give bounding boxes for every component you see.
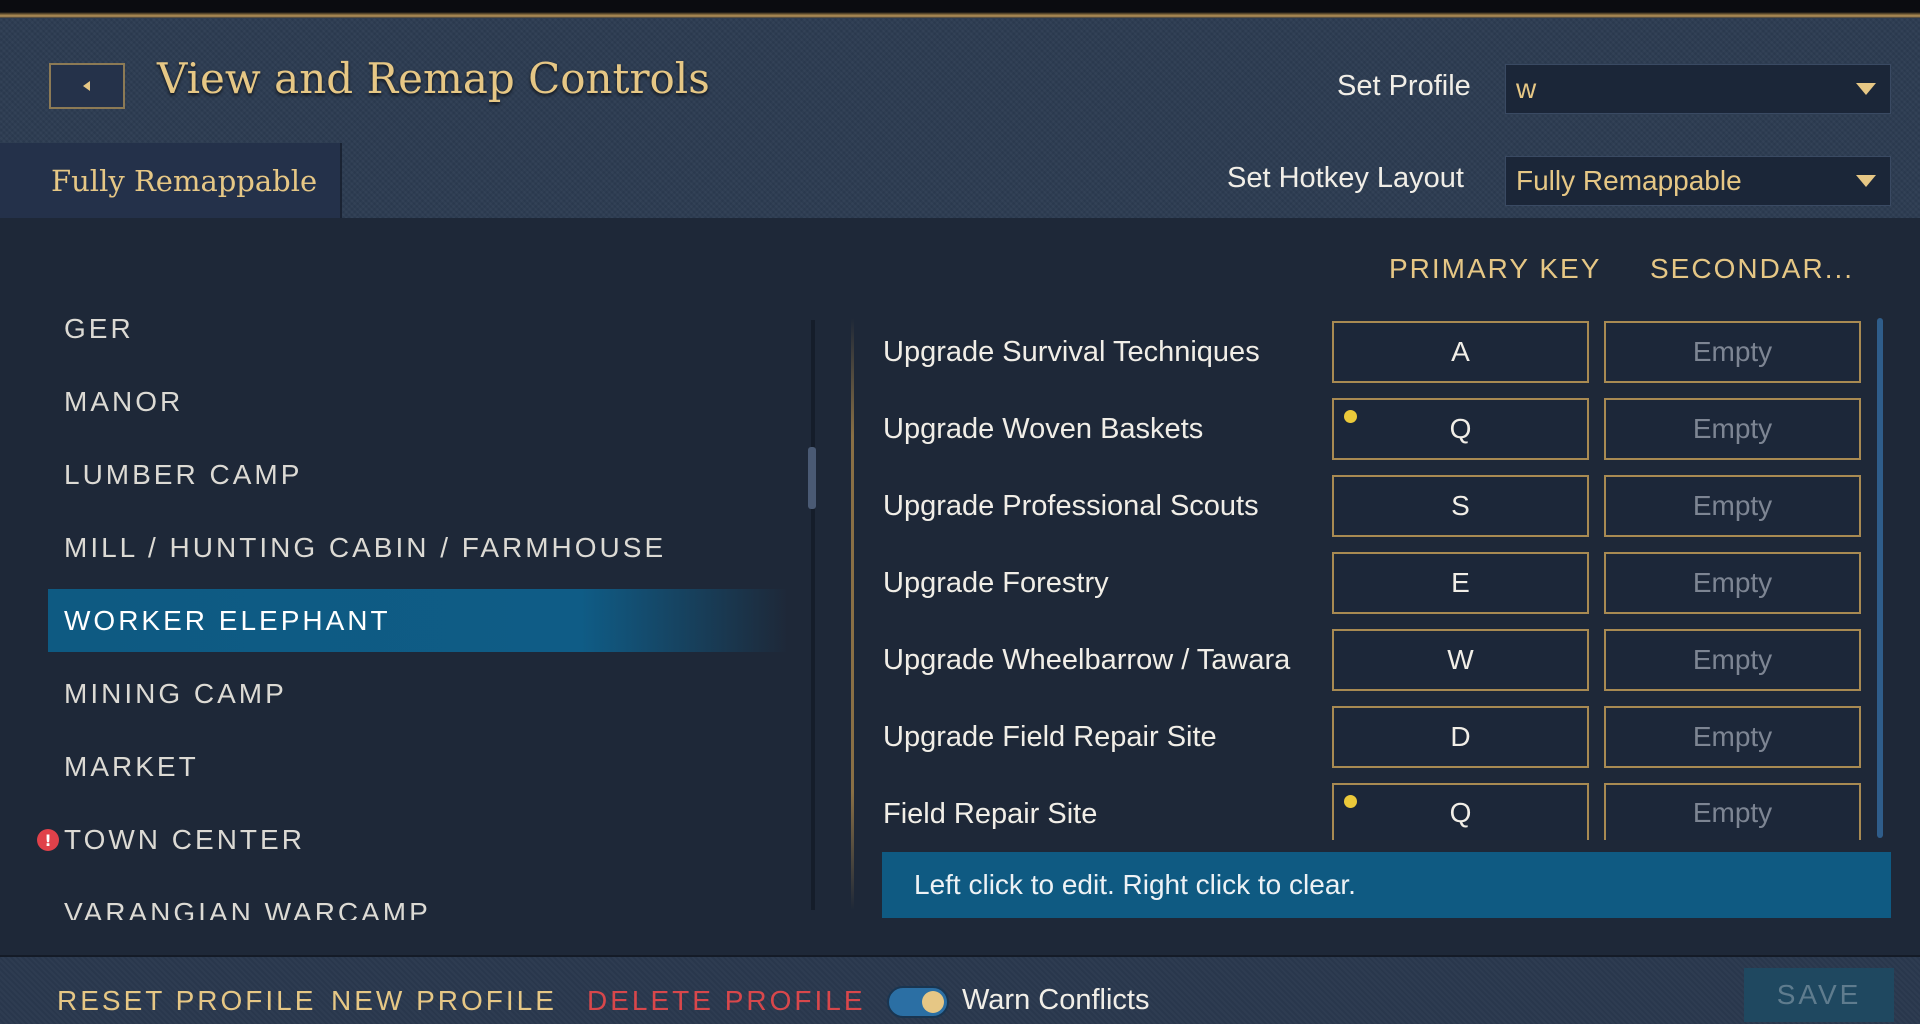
primary-key-header: PRIMARY KEY: [1389, 253, 1602, 284]
set-hotkey-layout-label: Set Hotkey Layout: [1227, 162, 1464, 194]
binding-action-label: Upgrade Wheelbarrow / Tawara: [883, 644, 1291, 676]
binding-action-label: Upgrade Professional Scouts: [883, 490, 1259, 522]
secondary-key-header: SECONDAR...: [1650, 253, 1855, 284]
key-value: Q: [1449, 796, 1472, 828]
key-value: Q: [1449, 413, 1472, 444]
key-value: Empty: [1692, 413, 1773, 444]
back-button[interactable]: [49, 63, 125, 109]
new-profile-button[interactable]: NEW PROFILE: [331, 985, 557, 1017]
key-value: Empty: [1692, 567, 1773, 598]
secondary-key-button[interactable]: Empty: [1604, 321, 1861, 383]
key-value: Empty: [1692, 644, 1773, 675]
key-value: D: [1450, 721, 1471, 752]
category-item-selected[interactable]: WORKER ELEPHANT: [64, 605, 391, 637]
chevron-left-icon: [83, 81, 90, 91]
secondary-key-button[interactable]: Empty: [1604, 706, 1861, 768]
secondary-key-button[interactable]: Empty: [1604, 629, 1861, 691]
key-value: Empty: [1692, 796, 1773, 828]
tab-label: Fully Remappable: [51, 163, 318, 198]
reset-profile-button[interactable]: RESET PROFILE: [57, 985, 316, 1017]
caret-down-icon: [1856, 83, 1876, 95]
top-border: [0, 0, 1920, 18]
delete-profile-button[interactable]: DELETE PROFILE: [587, 985, 866, 1017]
set-hotkey-layout-dropdown[interactable]: Fully Remappable: [1505, 156, 1891, 206]
page-title: View and Remap Controls: [157, 54, 710, 103]
primary-key-button[interactable]: S: [1332, 475, 1589, 537]
category-item[interactable]: GER: [64, 313, 134, 345]
key-value: Empty: [1692, 721, 1773, 752]
set-profile-dropdown[interactable]: w: [1505, 64, 1891, 114]
key-value: A: [1451, 336, 1470, 367]
toggle-knob: [922, 991, 944, 1013]
primary-key-button[interactable]: D: [1332, 706, 1589, 768]
set-hotkey-layout-value: Fully Remappable: [1516, 165, 1742, 196]
divider: [851, 318, 854, 910]
secondary-key-button[interactable]: Empty: [1604, 475, 1861, 537]
category-scrollbar-thumb[interactable]: [808, 447, 816, 509]
warn-conflicts-toggle[interactable]: [887, 986, 949, 1018]
key-value: Empty: [1692, 490, 1773, 521]
category-item[interactable]: MARKET: [64, 751, 199, 783]
primary-key-button[interactable]: E: [1332, 552, 1589, 614]
category-list: GER MANOR LUMBER CAMP MILL / HUNTING CAB…: [0, 300, 800, 920]
hint-bar: Left click to edit. Right click to clear…: [882, 852, 1891, 918]
binding-action-label: Upgrade Field Repair Site: [883, 721, 1217, 753]
caret-down-icon: [1856, 175, 1876, 187]
conflict-dot-icon: [1344, 410, 1357, 423]
primary-key-button[interactable]: A: [1332, 321, 1589, 383]
primary-key-button[interactable]: Q: [1332, 783, 1589, 840]
save-button[interactable]: SAVE: [1744, 968, 1894, 1022]
binding-action-label: Upgrade Forestry: [883, 567, 1109, 599]
category-item[interactable]: TOWN CENTER: [64, 824, 305, 856]
binding-action-label: Upgrade Woven Baskets: [883, 413, 1204, 445]
category-item[interactable]: MILL / HUNTING CABIN / FARMHOUSE: [64, 532, 666, 564]
category-item[interactable]: VARANGIAN WARCAMP: [64, 897, 431, 920]
key-value: W: [1447, 644, 1474, 675]
category-item[interactable]: LUMBER CAMP: [64, 459, 302, 491]
secondary-key-button[interactable]: Empty: [1604, 783, 1861, 840]
category-scrollbar[interactable]: [811, 320, 815, 910]
conflict-dot-icon: [1344, 795, 1357, 808]
warning-icon: !: [37, 829, 59, 851]
key-value: S: [1451, 490, 1470, 521]
set-profile-label: Set Profile: [1337, 70, 1471, 102]
key-value: Empty: [1692, 336, 1773, 367]
primary-key-button[interactable]: Q: [1332, 398, 1589, 460]
bindings-scrollbar[interactable]: [1877, 318, 1883, 838]
primary-key-button[interactable]: W: [1332, 629, 1589, 691]
tab-fully-remappable[interactable]: Fully Remappable: [0, 143, 342, 218]
set-profile-value: w: [1516, 73, 1537, 104]
category-item[interactable]: MINING CAMP: [64, 678, 287, 710]
warn-conflicts-label: Warn Conflicts: [962, 984, 1150, 1016]
key-value: E: [1451, 567, 1470, 598]
secondary-key-button[interactable]: Empty: [1604, 552, 1861, 614]
binding-action-label: Field Repair Site: [883, 798, 1098, 830]
secondary-key-button[interactable]: Empty: [1604, 398, 1861, 460]
binding-action-label: Upgrade Survival Techniques: [883, 336, 1260, 368]
category-item[interactable]: MANOR: [64, 386, 183, 418]
